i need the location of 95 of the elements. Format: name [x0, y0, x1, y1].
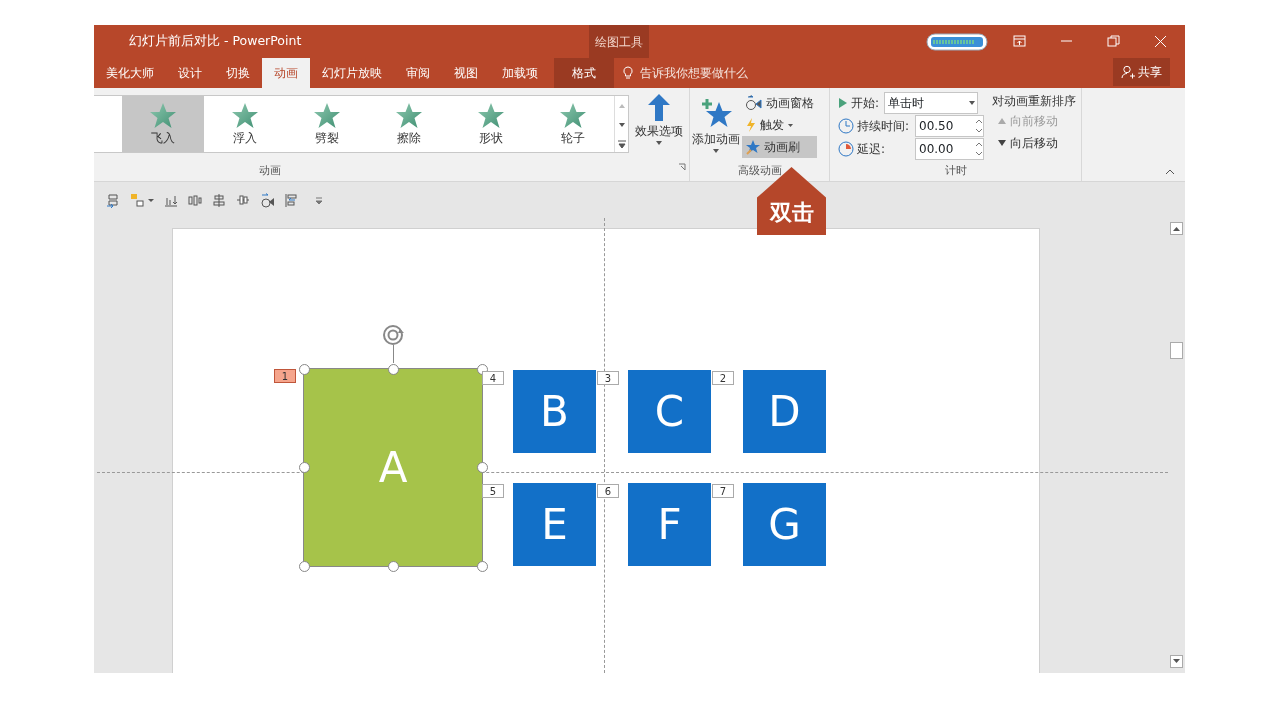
resize-handle[interactable] [298, 363, 310, 375]
group-label: 计时 [943, 163, 968, 179]
rectangle-shape[interactable]: E [513, 483, 596, 566]
group-label: 高级动画 [736, 163, 783, 179]
delay-clock-icon [838, 141, 854, 157]
tell-me-field[interactable]: 告诉我你想要做什么 [638, 63, 808, 83]
trigger-button[interactable]: 触发 [742, 114, 817, 136]
animation-option[interactable]: 轮子 [532, 96, 614, 152]
animation-option[interactable]: 擦除 [368, 96, 450, 152]
window-title: 幻灯片前后对比 - PowerPoint [129, 32, 303, 51]
spin-arrows-icon [975, 117, 983, 135]
ribbon-tab[interactable]: 动画 [262, 58, 310, 88]
caret-icon [967, 99, 977, 107]
scroll-down-icon[interactable] [1173, 659, 1180, 664]
star-icon [395, 101, 423, 129]
animation-pane-button[interactable]: 动画窗格 [742, 92, 817, 114]
triangle-down-icon [997, 139, 1007, 147]
stopwatch-icon [745, 95, 763, 111]
rectangle-shape[interactable]: G [743, 483, 826, 566]
ribbon-tab[interactable]: 加载项 [490, 58, 550, 88]
context-tab-group-label: 绘图工具 [589, 25, 649, 58]
star-icon [477, 101, 505, 129]
rectangle-shape[interactable]: D [743, 370, 826, 453]
star-icon [149, 101, 177, 129]
resize-handle[interactable] [387, 363, 399, 375]
ribbon-tab[interactable]: 切换 [214, 58, 262, 88]
field-label: 延迟: [857, 141, 887, 158]
caret-icon [655, 140, 663, 146]
ribbon-tab[interactable]: 格式 [554, 58, 614, 88]
animation-order-tag: 5 [482, 484, 504, 498]
ribbon-tab[interactable]: 美化大师 [94, 58, 166, 88]
time-spinner[interactable]: 00.00 [915, 138, 984, 160]
animation-order-tag: 2 [712, 371, 734, 385]
ribbon-tab[interactable]: 审阅 [394, 58, 442, 88]
triangle-up-icon [997, 117, 1007, 125]
play-icon [838, 97, 848, 109]
rectangle-shape[interactable]: B [513, 370, 596, 453]
rectangle-shape[interactable]: C [628, 370, 711, 453]
add-animation-button[interactable]: 添加动画 [690, 92, 742, 158]
resize-handle[interactable] [298, 560, 310, 572]
scroll-thumb[interactable] [1170, 342, 1183, 359]
star-icon [559, 101, 587, 129]
field-label: 开始: [851, 95, 881, 112]
lightbulb-icon [622, 66, 634, 80]
ribbon-tab[interactable]: 幻灯片放映 [310, 58, 394, 88]
animation-order-tag: 3 [597, 371, 619, 385]
effect-options-button[interactable]: 效果选项 [629, 88, 689, 153]
caret-icon [712, 148, 720, 154]
ribbon-tab[interactable]: 设计 [166, 58, 214, 88]
resize-handle[interactable] [476, 462, 488, 473]
animation-option[interactable]: 浮入 [204, 96, 286, 152]
reorder-heading: 对动画重新排序 [992, 93, 1076, 110]
align-middle-icon[interactable] [236, 192, 250, 208]
caret-icon [787, 122, 794, 128]
time-spinner[interactable]: 00.50 [915, 115, 984, 137]
stopwatch-icon[interactable] [260, 192, 274, 208]
animation-option[interactable]: 形状 [450, 96, 532, 152]
resize-handle[interactable] [298, 462, 310, 473]
move-later-button[interactable]: 向后移动 [994, 132, 1076, 154]
rectangle-shape[interactable]: F [628, 483, 711, 566]
animation-order-tag: 4 [482, 371, 504, 385]
start-dropdown[interactable]: 单击时 [884, 92, 978, 114]
spin-arrows-icon [975, 140, 983, 158]
ribbon-display-icon[interactable] [1012, 34, 1027, 49]
group-shapes-icon[interactable] [130, 192, 144, 208]
collapse-ribbon-icon[interactable] [1165, 168, 1175, 175]
ribbon-tab[interactable]: 视图 [442, 58, 490, 88]
star-brush-icon [745, 139, 761, 155]
animation-order-tag: 1 [274, 369, 296, 383]
dialog-launcher-icon[interactable] [678, 163, 686, 171]
align-center-icon[interactable] [212, 192, 226, 208]
recording-indicator-icon [926, 32, 988, 51]
up-arrow-icon [646, 92, 672, 122]
animation-option[interactable]: 飞入 [122, 96, 204, 152]
distribute-icon[interactable] [188, 192, 202, 208]
lightning-icon [745, 117, 757, 133]
resize-handle[interactable] [387, 560, 399, 572]
group-label: 动画 [259, 163, 281, 179]
animation-painter-button[interactable]: 动画刷 [742, 136, 817, 158]
clock-icon [838, 118, 854, 134]
star-icon [313, 101, 341, 129]
reorder-icon[interactable] [106, 192, 120, 208]
resize-handle[interactable] [476, 560, 488, 572]
animation-order-tag: 6 [597, 484, 619, 498]
person-plus-icon [1121, 65, 1135, 79]
animation-option[interactable]: 劈裂 [286, 96, 368, 152]
star-icon [231, 101, 259, 129]
share-button[interactable]: 共享 [1113, 58, 1170, 86]
field-label: 持续时间: [857, 118, 911, 135]
rotate-handle-icon[interactable] [382, 324, 406, 346]
close-icon[interactable] [1153, 34, 1168, 49]
align-left-icon[interactable] [284, 192, 298, 208]
scroll-up-icon[interactable] [1173, 226, 1180, 231]
restore-icon[interactable] [1106, 34, 1121, 49]
animation-order-tag: 7 [712, 484, 734, 498]
